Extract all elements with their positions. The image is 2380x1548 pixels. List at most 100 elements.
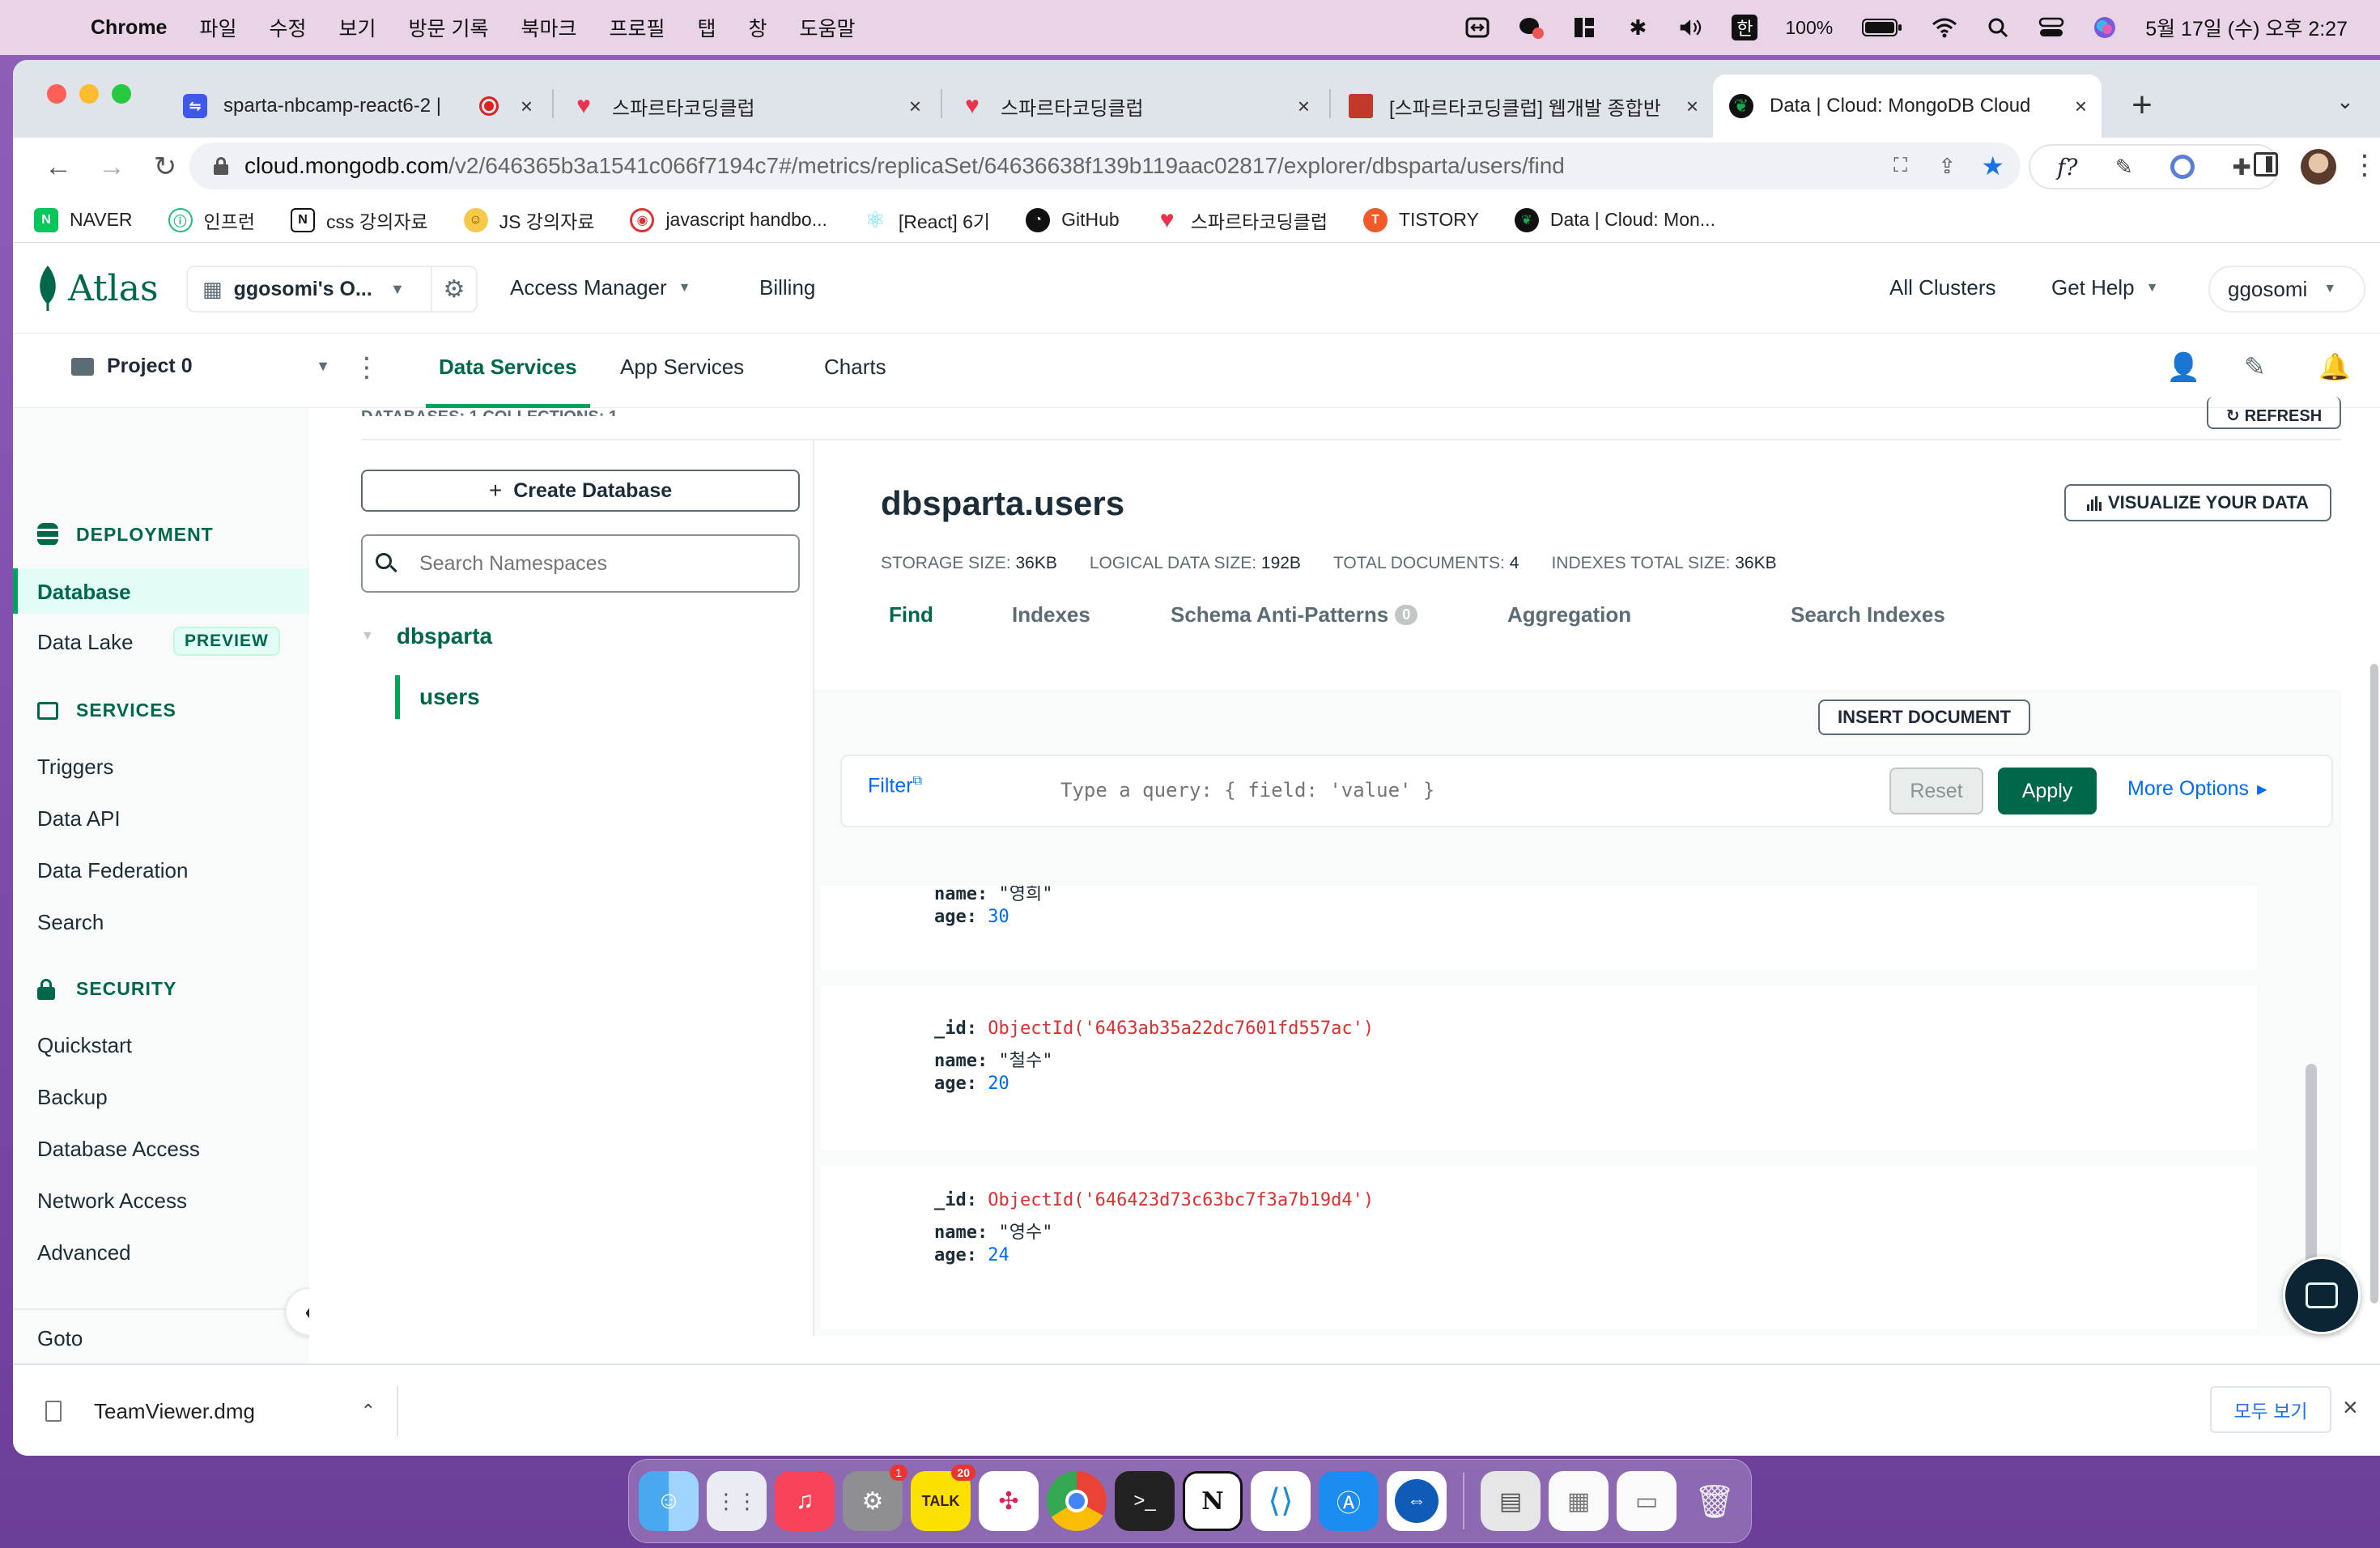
share-icon[interactable]: ⇪ bbox=[1938, 154, 1956, 179]
document-card[interactable]: _id: ObjectId('6463ab35a22dc7601fd557ac'… bbox=[821, 986, 2257, 1150]
invite-user-icon[interactable]: 👤 bbox=[2166, 351, 2200, 384]
launchpad-icon[interactable]: ⋮⋮ bbox=[707, 1471, 767, 1531]
user-menu[interactable]: ggosomi ▼ bbox=[2208, 266, 2365, 313]
activity-feed-icon[interactable]: ✎ bbox=[2244, 351, 2266, 382]
caret-down-icon[interactable]: ▼ bbox=[361, 629, 374, 644]
all-clusters-link[interactable]: All Clusters bbox=[1889, 275, 1995, 300]
filter-link[interactable]: Filter⧉ bbox=[868, 774, 922, 797]
tab-aggregation[interactable]: Aggregation bbox=[1507, 602, 1631, 627]
music-icon[interactable]: ♫ bbox=[775, 1471, 835, 1531]
browser-tab[interactable]: ⇋ sparta-nbcamp-react6-2 | × bbox=[167, 74, 547, 138]
namespace-search-box[interactable] bbox=[361, 534, 800, 593]
menu-help[interactable]: 도움말 bbox=[800, 13, 856, 42]
bookmark-js-handbook[interactable]: ◉ javascript handbo... bbox=[630, 207, 827, 232]
screenshot-preview-icon[interactable]: ▭ bbox=[1617, 1471, 1677, 1531]
browser-tab[interactable]: ♥ 스파르타코딩클럽 × bbox=[555, 74, 936, 138]
menubar-datetime[interactable]: 5월 17일 (수) 오후 2:27 bbox=[2145, 13, 2348, 42]
tab-indexes[interactable]: Indexes bbox=[1012, 602, 1090, 627]
close-tab-icon[interactable]: × bbox=[1298, 94, 1310, 119]
slack-icon[interactable]: ✣ bbox=[979, 1471, 1039, 1531]
disk-image-icon[interactable]: ▤ bbox=[1481, 1471, 1541, 1531]
bookmark-js[interactable]: ☺ JS 강의자료 bbox=[463, 206, 594, 234]
profile-avatar[interactable] bbox=[2301, 149, 2336, 185]
bookmark-mongodb[interactable]: ❦ Data | Cloud: Mon... bbox=[1514, 207, 1715, 232]
access-manager-menu[interactable]: Access Manager ▼ bbox=[510, 275, 691, 300]
forward-icon[interactable]: → bbox=[89, 144, 134, 189]
download-item[interactable]: TeamViewer.dmg ⌃ bbox=[45, 1386, 398, 1436]
menu-file[interactable]: 파일 bbox=[199, 13, 236, 42]
control-center-icon[interactable] bbox=[2038, 15, 2064, 40]
org-settings-gear-icon[interactable]: ⚙ bbox=[431, 267, 476, 311]
chrome-icon[interactable] bbox=[1047, 1471, 1107, 1531]
teamviewer-status-icon[interactable] bbox=[1464, 15, 1490, 40]
menu-tab[interactable]: 탭 bbox=[698, 13, 716, 42]
sidebar-item-triggers[interactable]: Triggers bbox=[37, 755, 113, 780]
sidebar-item-database[interactable]: Database bbox=[13, 568, 309, 614]
chevron-up-icon[interactable]: ⌃ bbox=[361, 1401, 376, 1422]
lock-icon[interactable] bbox=[214, 157, 228, 175]
browser-tab[interactable]: [스파르타코딩클럽] 웹개발 종합반 - × bbox=[1332, 74, 1713, 138]
apply-button[interactable]: Apply bbox=[1998, 768, 2097, 814]
spotlight-search-icon[interactable] bbox=[1985, 15, 2011, 40]
get-help-menu[interactable]: Get Help ▼ bbox=[2051, 275, 2158, 300]
bookmark-css[interactable]: Ncss 강의자료 bbox=[291, 206, 428, 234]
menu-view[interactable]: 보기 bbox=[339, 13, 376, 42]
bookmark-star-icon[interactable]: ★ bbox=[1981, 151, 2004, 181]
menu-window[interactable]: 창 bbox=[749, 13, 767, 42]
new-tab-button[interactable]: + bbox=[2118, 81, 2166, 130]
tab-search-indexes[interactable]: Search Indexes bbox=[1791, 602, 1945, 627]
close-tab-icon[interactable]: × bbox=[521, 94, 533, 119]
project-more-icon[interactable]: ⋮ bbox=[353, 351, 380, 384]
app-store-icon[interactable]: Ⓐ bbox=[1319, 1471, 1379, 1531]
tab-data-services[interactable]: Data Services bbox=[426, 355, 590, 408]
support-chat-button[interactable] bbox=[2283, 1257, 2361, 1334]
sidebar-item-advanced[interactable]: Advanced bbox=[37, 1240, 131, 1265]
bluetooth-icon[interactable]: ✱ bbox=[1625, 15, 1651, 40]
puzzle-extensions-icon[interactable]: ✚ bbox=[2232, 154, 2250, 181]
notion-icon[interactable]: N bbox=[1183, 1471, 1243, 1531]
sidebar-item-data-lake[interactable]: Data Lake bbox=[37, 630, 134, 655]
window-zoom-button[interactable] bbox=[112, 84, 131, 104]
kakaotalk-icon[interactable]: TALK 20 bbox=[911, 1465, 975, 1531]
page-scrollbar[interactable] bbox=[2370, 664, 2378, 1303]
menu-bookmarks[interactable]: 북마크 bbox=[521, 13, 576, 42]
reset-button[interactable]: Reset bbox=[1889, 768, 1983, 814]
sidebar-item-network-access[interactable]: Network Access bbox=[37, 1189, 187, 1214]
document-preview-icon[interactable]: ▦ bbox=[1549, 1471, 1609, 1531]
tab-schema-anti-patterns[interactable]: Schema Anti-Patterns 0 bbox=[1171, 602, 1418, 627]
siri-icon[interactable] bbox=[2092, 15, 2118, 40]
system-settings-icon[interactable]: ⚙ 1 bbox=[843, 1465, 907, 1531]
bookmark-naver[interactable]: N NAVER bbox=[34, 207, 133, 232]
bookmark-tistory[interactable]: T TISTORY bbox=[1362, 207, 1479, 232]
bookmark-sparta[interactable]: ♥ 스파르타코딩클럽 bbox=[1155, 206, 1328, 234]
billing-link[interactable]: Billing bbox=[759, 275, 815, 300]
input-method-icon[interactable]: 한 bbox=[1732, 15, 1758, 40]
bookmark-github[interactable]: ◔ GitHub bbox=[1026, 207, 1120, 232]
refresh-button[interactable]: ↻ REFRESH bbox=[2207, 397, 2341, 429]
query-input[interactable] bbox=[1060, 772, 1870, 808]
tab-search-chevron-icon[interactable]: ⌄ bbox=[2336, 89, 2354, 114]
sidebar-item-data-federation[interactable]: Data Federation bbox=[37, 858, 188, 883]
document-card[interactable]: _id: ObjectId('646423d73c63bc7f3a7b19d4'… bbox=[821, 1166, 2257, 1329]
apple-icon[interactable] bbox=[32, 15, 58, 40]
teamviewer-icon[interactable]: ⇔ bbox=[1387, 1471, 1447, 1531]
chrome-menu-icon[interactable]: ⋮ bbox=[2351, 149, 2378, 181]
document-card[interactable]: name: "영희" age: 30 bbox=[821, 886, 2257, 970]
namespace-search-input[interactable] bbox=[419, 551, 776, 576]
browser-tab[interactable]: ♥ 스파르타코딩클럽 × bbox=[944, 74, 1324, 138]
window-close-button[interactable] bbox=[47, 84, 66, 104]
bookmark-react[interactable]: ⚛ [React] 6기 bbox=[863, 206, 990, 234]
close-downloads-icon[interactable]: × bbox=[2343, 1393, 2358, 1423]
bookmark-inflearn[interactable]: ⓘ 인프런 bbox=[168, 206, 255, 234]
menu-edit[interactable]: 수정 bbox=[269, 13, 306, 42]
reload-icon[interactable]: ↻ bbox=[142, 144, 188, 189]
browser-tab-active[interactable]: ❦ Data | Cloud: MongoDB Cloud × bbox=[1713, 74, 2102, 138]
project-selector[interactable]: Project 0 ▼ bbox=[71, 355, 330, 378]
close-tab-icon[interactable]: × bbox=[1686, 94, 1698, 119]
sidebar-item-data-api[interactable]: Data API bbox=[37, 806, 121, 831]
volume-icon[interactable] bbox=[1678, 15, 1704, 40]
more-options-link[interactable]: More Options ▶ bbox=[2127, 777, 2267, 801]
sidebar-item-database-access[interactable]: Database Access bbox=[37, 1137, 200, 1162]
trash-icon[interactable]: 🗑 bbox=[1685, 1471, 1745, 1531]
font-ext-icon[interactable]: f? bbox=[2057, 154, 2077, 181]
